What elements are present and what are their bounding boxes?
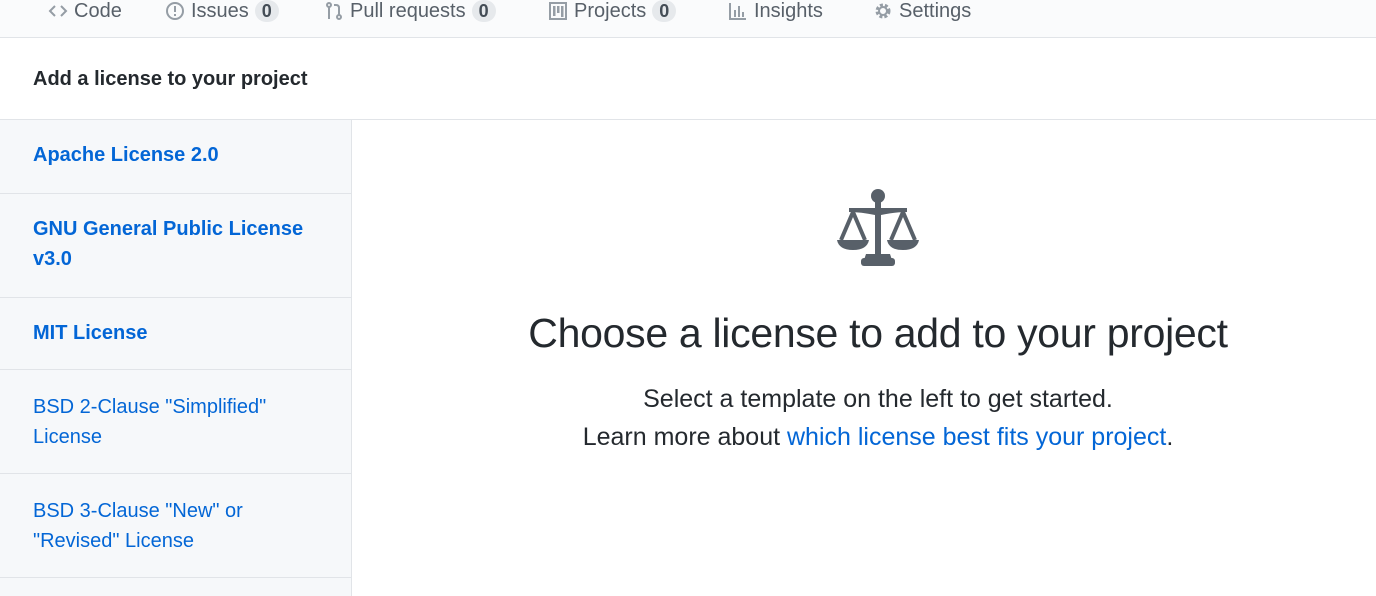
law-scale-icon: [837, 189, 919, 266]
tab-label: Insights: [754, 0, 823, 22]
blankslate-heading: Choose a license to add to your project: [528, 310, 1228, 356]
sidebar-item-gpl[interactable]: GNU General Public License v3.0: [0, 194, 351, 298]
tab-insights[interactable]: Insights: [728, 0, 823, 30]
pull-request-icon: [324, 1, 344, 21]
project-icon: [548, 1, 568, 21]
tab-label: Issues: [191, 0, 249, 22]
tab-label: Projects: [574, 0, 647, 22]
learn-more-suffix: .: [1166, 423, 1174, 451]
graph-icon: [728, 1, 748, 21]
issues-counter: 0: [254, 0, 279, 22]
tab-label: Pull requests: [350, 0, 466, 22]
projects-counter: 0: [652, 0, 677, 22]
pull-requests-counter: 0: [471, 0, 496, 22]
license-sidebar: Apache License 2.0 GNU General Public Li…: [0, 120, 352, 596]
page-title: Add a license to your project: [33, 68, 308, 90]
learn-more-prefix: Learn more about: [582, 423, 787, 451]
blankslate-learn-more: Learn more about which license best fits…: [352, 423, 1376, 452]
sidebar-item-mit[interactable]: MIT License: [0, 298, 351, 370]
code-icon: [48, 1, 68, 21]
tab-issues[interactable]: Issues 0: [165, 0, 279, 30]
sidebar-item-label: BSD 2-Clause "Simplified" License: [33, 396, 267, 448]
repo-nav: Code Issues 0 Pull requests 0 Projects 0…: [0, 0, 1376, 38]
main-blankslate: Choose a license to add to your project …: [352, 120, 1376, 596]
sidebar-item-bsd2[interactable]: BSD 2-Clause "Simplified" License: [0, 370, 351, 474]
sidebar-item-label: GNU General Public License v3.0: [33, 218, 304, 270]
tab-label: Code: [74, 0, 122, 22]
tab-label: Settings: [899, 0, 972, 22]
sidebar-item-label: BSD 3-Clause "New" or "Revised" License: [33, 500, 243, 552]
blankslate-instructions: Select a template on the left to get sta…: [643, 385, 1113, 413]
issue-icon: [165, 1, 185, 21]
tab-code[interactable]: Code: [48, 0, 122, 30]
gear-icon: [873, 1, 893, 21]
sidebar-item-apache[interactable]: Apache License 2.0: [0, 120, 351, 194]
tab-pull-requests[interactable]: Pull requests 0: [324, 0, 496, 30]
tab-settings[interactable]: Settings: [873, 0, 971, 30]
tab-projects[interactable]: Projects 0: [548, 0, 677, 30]
sidebar-item-label: MIT License: [33, 322, 148, 344]
sidebar-item-label: Apache License 2.0: [33, 144, 219, 166]
license-guide-link[interactable]: which license best fits your project: [787, 423, 1166, 451]
page-header: Add a license to your project: [0, 38, 1376, 120]
sidebar-item-bsd3[interactable]: BSD 3-Clause "New" or "Revised" License: [0, 474, 351, 578]
